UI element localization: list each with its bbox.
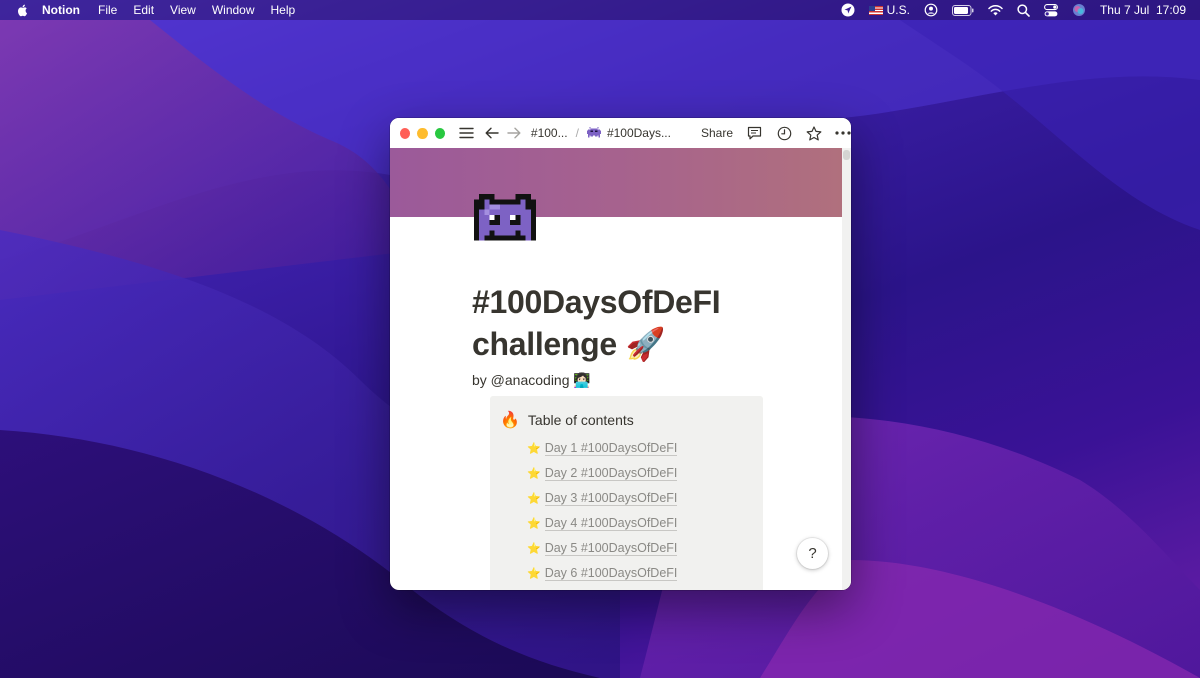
spotlight-search-icon[interactable]: [1017, 0, 1030, 20]
forward-arrow-icon[interactable]: [507, 127, 521, 139]
star-icon: ⭐: [527, 443, 541, 455]
star-icon: ⭐: [527, 518, 541, 530]
star-icon: ⭐: [527, 568, 541, 580]
history-clock-icon[interactable]: [777, 126, 792, 141]
breadcrumb-current[interactable]: #100Days...: [607, 126, 671, 140]
notion-window: #100... / #100Days... Share #100DaysOfDe…: [390, 118, 851, 590]
toc-item-day-3[interactable]: ⭐ Day 3 #100DaysOfDeFI: [527, 486, 678, 511]
comments-icon[interactable]: [747, 126, 762, 140]
page-title-line-2: challenge 🚀: [472, 326, 666, 362]
page-byline[interactable]: by @anacoding 👩🏻‍💻: [472, 372, 591, 389]
toc-item-day-4[interactable]: ⭐ Day 4 #100DaysOfDeFI: [527, 511, 678, 536]
toc-link[interactable]: Day 5 #100DaysOfDeFI: [544, 541, 678, 556]
minimize-window-button[interactable]: [417, 127, 428, 139]
more-options-icon[interactable]: [835, 131, 851, 135]
breadcrumb-separator: /: [575, 126, 579, 140]
star-icon: ⭐: [527, 468, 541, 480]
menu-view[interactable]: View: [170, 0, 196, 20]
toc-heading: 🔥 Table of contents: [500, 410, 634, 430]
page-cover[interactable]: [390, 148, 842, 217]
menubar-clock[interactable]: Thu 7 Jul 17:09: [1100, 0, 1186, 20]
menu-file[interactable]: File: [98, 0, 117, 20]
sidebar-toggle-icon[interactable]: [459, 127, 474, 139]
zoom-window-button[interactable]: [434, 127, 445, 139]
user-account-icon[interactable]: [924, 0, 938, 20]
close-window-button[interactable]: [400, 127, 411, 139]
toc-link[interactable]: Day 4 #100DaysOfDeFI: [544, 516, 678, 531]
star-icon: ⭐: [527, 493, 541, 505]
control-center-icon[interactable]: [1043, 0, 1058, 20]
scrollbar-thumb[interactable]: [843, 150, 850, 160]
us-flag-icon: [868, 6, 883, 16]
toc-link[interactable]: Day 3 #100DaysOfDeFI: [544, 491, 678, 506]
toc-list: ⭐ Day 1 #100DaysOfDeFI ⭐ Day 2 #100DaysOfD…: [527, 436, 678, 586]
window-titlebar: #100... / #100Days... Share: [390, 118, 851, 148]
siri-icon[interactable]: [1072, 0, 1086, 20]
toc-link[interactable]: Day 1 #100DaysOfDeFI: [544, 441, 678, 456]
menu-bar: Notion File Edit View Window Help U.S. T…: [0, 0, 1200, 20]
location-arrow-icon[interactable]: [841, 0, 855, 20]
toc-item-day-2[interactable]: ⭐ Day 2 #100DaysOfDeFI: [527, 461, 678, 486]
favorite-star-icon[interactable]: [806, 125, 822, 141]
toc-item-day-5[interactable]: ⭐ Day 5 #100DaysOfDeFI: [527, 536, 678, 561]
vertical-scrollbar[interactable]: [842, 148, 851, 590]
menu-edit[interactable]: Edit: [133, 0, 154, 20]
menu-help[interactable]: Help: [271, 0, 296, 20]
toc-link[interactable]: Day 6 #100DaysOfDeFI: [544, 566, 678, 581]
fire-icon: 🔥: [500, 412, 520, 429]
page-title-line-1: #100DaysOfDeFI: [472, 284, 721, 320]
toc-link[interactable]: Day 2 #100DaysOfDeFI: [544, 466, 678, 481]
input-source-label: U.S.: [886, 3, 910, 17]
input-source[interactable]: U.S.: [868, 0, 910, 20]
share-button[interactable]: Share: [701, 126, 733, 140]
menu-app-notion[interactable]: Notion: [42, 0, 80, 20]
page-invader-icon[interactable]: [474, 194, 536, 246]
breadcrumb-parent[interactable]: #100...: [531, 126, 568, 140]
page-title[interactable]: #100DaysOfDeFI challenge 🚀: [472, 281, 772, 365]
help-button[interactable]: ?: [797, 538, 828, 569]
star-icon: ⭐: [527, 543, 541, 555]
back-arrow-icon[interactable]: [485, 127, 499, 139]
toc-item-day-6[interactable]: ⭐ Day 6 #100DaysOfDeFI: [527, 561, 678, 586]
apple-logo-icon[interactable]: [16, 3, 30, 17]
menu-window[interactable]: Window: [212, 0, 255, 20]
table-of-contents-callout[interactable]: 🔥 Table of contents ⭐ Day 1 #100DaysOfDeF…: [490, 396, 763, 590]
invader-icon: [586, 127, 601, 139]
toc-heading-label: Table of contents: [527, 412, 634, 428]
toc-item-day-1[interactable]: ⭐ Day 1 #100DaysOfDeFI: [527, 436, 678, 461]
wifi-icon[interactable]: [988, 0, 1003, 20]
battery-icon[interactable]: [951, 0, 974, 20]
